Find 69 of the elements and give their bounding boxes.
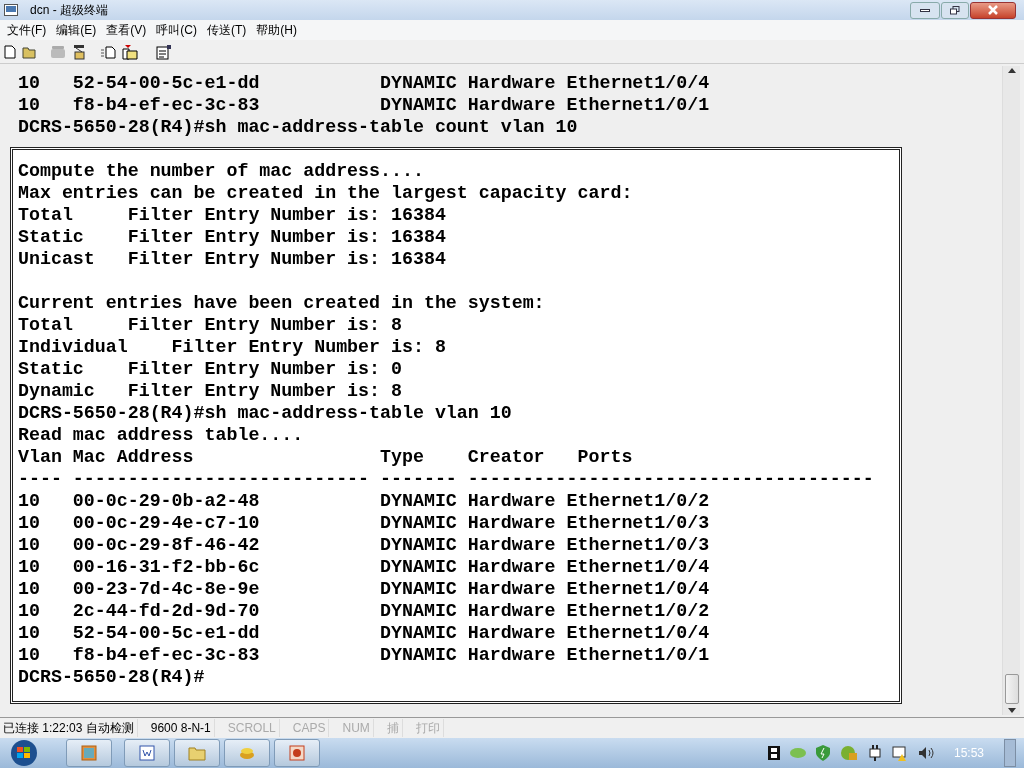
terminal-line: 10 f8-b4-ef-ec-3c-83 DYNAMIC Hardware Ethernet1/0/1 <box>18 644 710 666</box>
film-icon[interactable] <box>767 746 780 760</box>
status-field: 打印 <box>412 719 444 737</box>
status-field: SCROLL <box>224 719 280 737</box>
menu-item[interactable]: 传送(T) <box>202 21 252 39</box>
terminal-line: 10 2c-44-fd-2d-9d-70 DYNAMIC Hardware Ethernet1/0/2 <box>18 600 710 622</box>
taskbar-button[interactable] <box>124 739 170 767</box>
terminal-line: Max entries can be created in the largest capacity card: <box>18 182 633 204</box>
terminal-line: 10 00-16-31-f2-bb-6c DYNAMIC Hardware Ethernet1/0/4 <box>18 556 710 578</box>
terminal-line: 10 52-54-00-5c-e1-dd DYNAMIC Hardware Ethernet1/0/4 <box>18 622 710 644</box>
power-plug-icon[interactable] <box>867 745 882 761</box>
terminal-line: Individual Filter Entry Number is: 8 <box>18 336 446 358</box>
terminal-line: 10 00-0c-29-4e-c7-10 DYNAMIC Hardware Ethernet1/0/3 <box>18 512 710 534</box>
window-title: dcn - 超级终端 <box>30 2 108 19</box>
terminal-line: Total Filter Entry Number is: 16384 <box>18 204 446 226</box>
terminal-line: Dynamic Filter Entry Number is: 8 <box>18 380 402 402</box>
presentation-icon <box>289 745 305 761</box>
terminal-line: Unicast Filter Entry Number is: 16384 <box>18 248 446 270</box>
start-orb-icon[interactable] <box>8 739 40 767</box>
taskbar-button[interactable] <box>66 739 112 767</box>
new-document-icon[interactable] <box>4 44 16 59</box>
terminal-line: Current entries have been created in the system: <box>18 292 545 314</box>
terminal-line: Vlan Mac Address Type Creator Ports <box>18 446 633 468</box>
status-field: CAPS <box>289 719 330 737</box>
stack-icon <box>238 745 256 761</box>
word-document-icon <box>139 745 155 761</box>
terminal-line: Compute the number of mac address.... <box>18 160 424 182</box>
status-field: 已连接 1:22:03 自动检测 <box>0 719 138 737</box>
status-field: 9600 8-N-1 <box>147 719 215 737</box>
window-icon <box>81 745 97 761</box>
terminal-line: DCRS-5650-28(R4)#sh mac-address-table vlan 10 <box>18 402 512 424</box>
taskbar-button[interactable] <box>274 739 320 767</box>
scroll-up-icon[interactable] <box>1007 68 1016 73</box>
menu-item[interactable]: 呼叫(C) <box>151 21 202 39</box>
status-field: NUM <box>339 719 374 737</box>
terminal-line: Static Filter Entry Number is: 0 <box>18 358 402 380</box>
minimize-button[interactable] <box>910 1 940 19</box>
menu-item[interactable]: 编辑(E) <box>51 21 102 39</box>
shield-icon[interactable] <box>815 745 830 761</box>
close-button[interactable] <box>970 1 1016 19</box>
close-icon <box>987 5 999 15</box>
terminal-line: 10 00-0c-29-8f-46-42 DYNAMIC Hardware Ethernet1/0/3 <box>18 534 710 556</box>
speaker-icon[interactable] <box>917 746 934 760</box>
terminal-line: 10 f8-b4-ef-ec-3c-83 DYNAMIC Hardware Ethernet1/0/1 <box>18 94 710 116</box>
terminal-line: Static Filter Entry Number is: 16384 <box>18 226 446 248</box>
properties-icon[interactable] <box>156 43 172 60</box>
menu-item[interactable]: 帮助(H) <box>251 21 302 39</box>
terminal-line: 10 00-23-7d-4c-8e-9e DYNAMIC Hardware Ethernet1/0/4 <box>18 578 710 600</box>
network-warning-icon[interactable] <box>891 745 908 761</box>
terminal-app-icon <box>4 4 18 16</box>
terminal-line: Total Filter Entry Number is: 8 <box>18 314 402 336</box>
terminal-line: 10 00-0c-29-0b-a2-48 DYNAMIC Hardware Ethernet1/0/2 <box>18 490 710 512</box>
terminal-line: 10 52-54-00-5c-e1-dd DYNAMIC Hardware Ethernet1/0/4 <box>18 72 710 94</box>
terminal-line: ---- --------------------------- ------- ------------------------------------- <box>18 468 874 490</box>
send-document-icon[interactable] <box>100 44 116 59</box>
restore-button[interactable] <box>941 1 969 19</box>
scroll-down-icon[interactable] <box>1007 708 1016 713</box>
folder-icon <box>188 745 206 761</box>
terminal-line: Read mac address table.... <box>18 424 304 446</box>
terminal-line: DCRS-5650-28(R4)#sh mac-address-table count vlan 10 <box>18 116 578 138</box>
status-field: 捕 <box>383 719 403 737</box>
restore-icon <box>950 5 960 15</box>
receive-folder-icon[interactable] <box>122 43 138 60</box>
open-folder-icon[interactable] <box>22 44 38 59</box>
menu-item[interactable]: 查看(V) <box>101 21 152 39</box>
telephone-hangup-icon[interactable] <box>72 43 86 60</box>
menu-item[interactable]: 文件(F) <box>2 21 52 39</box>
terminal-line: DCRS-5650-28(R4)# <box>18 666 205 688</box>
scroll-thumb[interactable] <box>1004 674 1019 704</box>
